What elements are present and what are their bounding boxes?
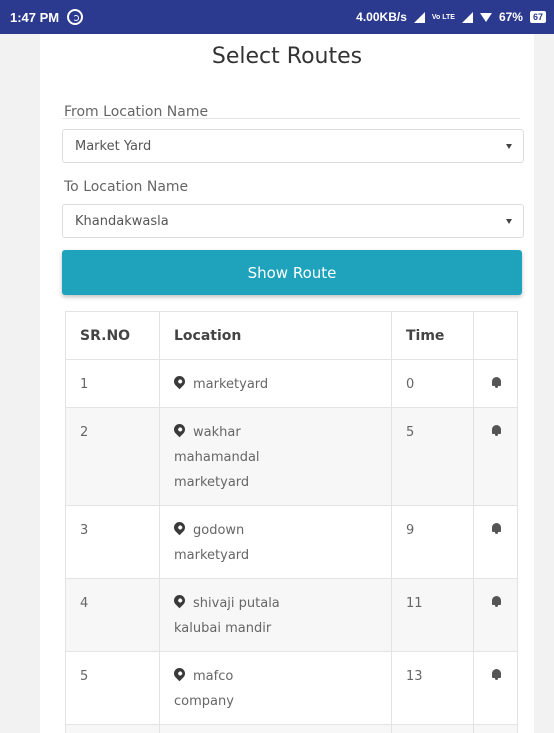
map-marker-icon	[171, 592, 188, 609]
table-header-row: SR.NO Location Time	[65, 311, 518, 360]
time-cell: 0	[391, 359, 474, 408]
page-title: Select Routes	[211, 44, 363, 69]
from-location-select[interactable]: Market Yard	[62, 129, 524, 163]
volte-icon: Vo LTE	[431, 13, 455, 21]
alert-cell[interactable]	[473, 651, 518, 725]
time-cell: 9	[391, 505, 474, 579]
wifi-icon	[479, 12, 492, 22]
bell-icon[interactable]	[492, 596, 501, 607]
status-bar: 1:47 PM 4.00KB/s Vo LTE 67% 67	[0, 0, 554, 34]
table-row-partial	[65, 724, 518, 733]
table-row: 5 mafco company 13	[65, 651, 518, 725]
sr-cell: 1	[65, 359, 160, 408]
location-cell: godown marketyard	[159, 505, 392, 579]
map-marker-icon	[171, 421, 188, 438]
table-row: 2 wakhar mahamandal marketyard 5	[65, 407, 518, 506]
sr-cell: 2	[65, 407, 160, 506]
battery-icon: 67	[529, 11, 546, 23]
table-row: 3 godown marketyard 9	[65, 505, 518, 579]
map-marker-icon	[171, 519, 188, 536]
table-row: 1 marketyard 0	[65, 359, 518, 408]
table-row: 4 shivaji putala kalubai mandir 11	[65, 578, 518, 652]
sr-cell: 4	[65, 578, 160, 652]
caret-down-icon	[506, 219, 512, 224]
sr-cell: 5	[65, 651, 160, 725]
header-sr-no: SR.NO	[65, 311, 160, 360]
time-cell: 13	[391, 651, 474, 725]
map-marker-icon	[171, 373, 188, 390]
bell-icon[interactable]	[492, 425, 501, 436]
bell-icon[interactable]	[492, 377, 501, 388]
header-alert	[473, 311, 518, 360]
from-location-label: From Location Name	[64, 104, 209, 120]
time-cell: 11	[391, 578, 474, 652]
alert-cell[interactable]	[473, 505, 518, 579]
to-location-select[interactable]: Khandakwasla	[62, 204, 524, 238]
from-location-value: Market Yard	[75, 138, 152, 154]
to-location-value: Khandakwasla	[75, 213, 169, 229]
alert-cell[interactable]	[473, 578, 518, 652]
signal-icon	[413, 11, 425, 23]
caret-down-icon	[506, 144, 512, 149]
bell-icon[interactable]	[492, 669, 501, 680]
show-route-button[interactable]: Show Route	[62, 250, 522, 295]
time-cell: 5	[391, 407, 474, 506]
battery-percent: 67%	[498, 10, 523, 24]
route-card: Select Routes From Location Name Market …	[40, 34, 534, 733]
location-cell: shivaji putala kalubai mandir	[159, 578, 392, 652]
location-cell: wakhar mahamandal marketyard	[159, 407, 392, 506]
signal-icon-2	[461, 11, 473, 23]
location-cell: marketyard	[159, 359, 392, 408]
bell-icon[interactable]	[492, 523, 501, 534]
route-table: SR.NO Location Time 1 marketyard 0 2 wak…	[65, 311, 518, 733]
map-marker-icon	[171, 665, 188, 682]
header-location: Location	[159, 311, 392, 360]
sr-cell: 3	[65, 505, 160, 579]
alert-cell[interactable]	[473, 359, 518, 408]
to-location-label: To Location Name	[64, 179, 189, 195]
header-time: Time	[391, 311, 474, 360]
clock: 1:47 PM	[10, 9, 60, 25]
location-cell: mafco company	[159, 651, 392, 725]
whatsapp-icon	[67, 9, 84, 25]
alert-cell[interactable]	[473, 407, 518, 506]
network-speed: 4.00KB/s	[356, 10, 407, 24]
